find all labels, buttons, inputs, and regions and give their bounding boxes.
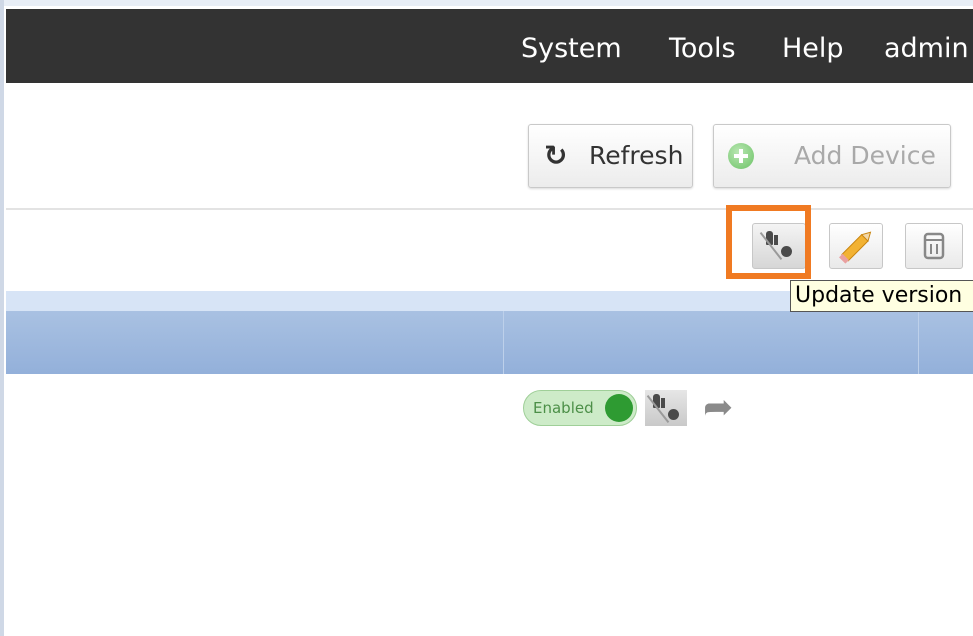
refresh-icon: ↻ [544, 139, 568, 172]
window-left-border [0, 0, 4, 636]
add-device-button-label: Add Device [794, 141, 936, 170]
refresh-button[interactable]: ↻ Refresh [528, 124, 693, 188]
plus-circle-icon [728, 143, 754, 169]
menu-help[interactable]: Help [782, 9, 844, 83]
update-version-highlight-box [726, 205, 811, 279]
toggle-knob [605, 394, 633, 422]
redo-arrow-icon[interactable]: ➦ [703, 388, 733, 428]
update-version-tooltip: Update version [790, 280, 973, 312]
device-status-toggle[interactable]: Enabled [523, 390, 637, 426]
add-device-button[interactable]: Add Device [713, 124, 951, 188]
refresh-button-label: Refresh [589, 141, 684, 170]
edit-button[interactable] [829, 223, 883, 269]
row-update-version-button[interactable] [645, 390, 687, 426]
toolbar-divider [6, 208, 973, 210]
top-navigation-bar: System Tools Help admin [6, 9, 973, 83]
status-label: Enabled [533, 399, 594, 417]
menu-system[interactable]: System [521, 9, 622, 83]
device-table-header [6, 311, 973, 374]
window-top-border [0, 0, 973, 6]
delete-button[interactable] [905, 223, 963, 269]
trash-icon [923, 232, 945, 260]
pencil-icon [839, 231, 872, 264]
menu-tools[interactable]: Tools [669, 9, 736, 83]
header-column-divider [503, 311, 504, 374]
header-column-divider [918, 311, 919, 374]
menu-user-admin[interactable]: admin [884, 9, 969, 83]
